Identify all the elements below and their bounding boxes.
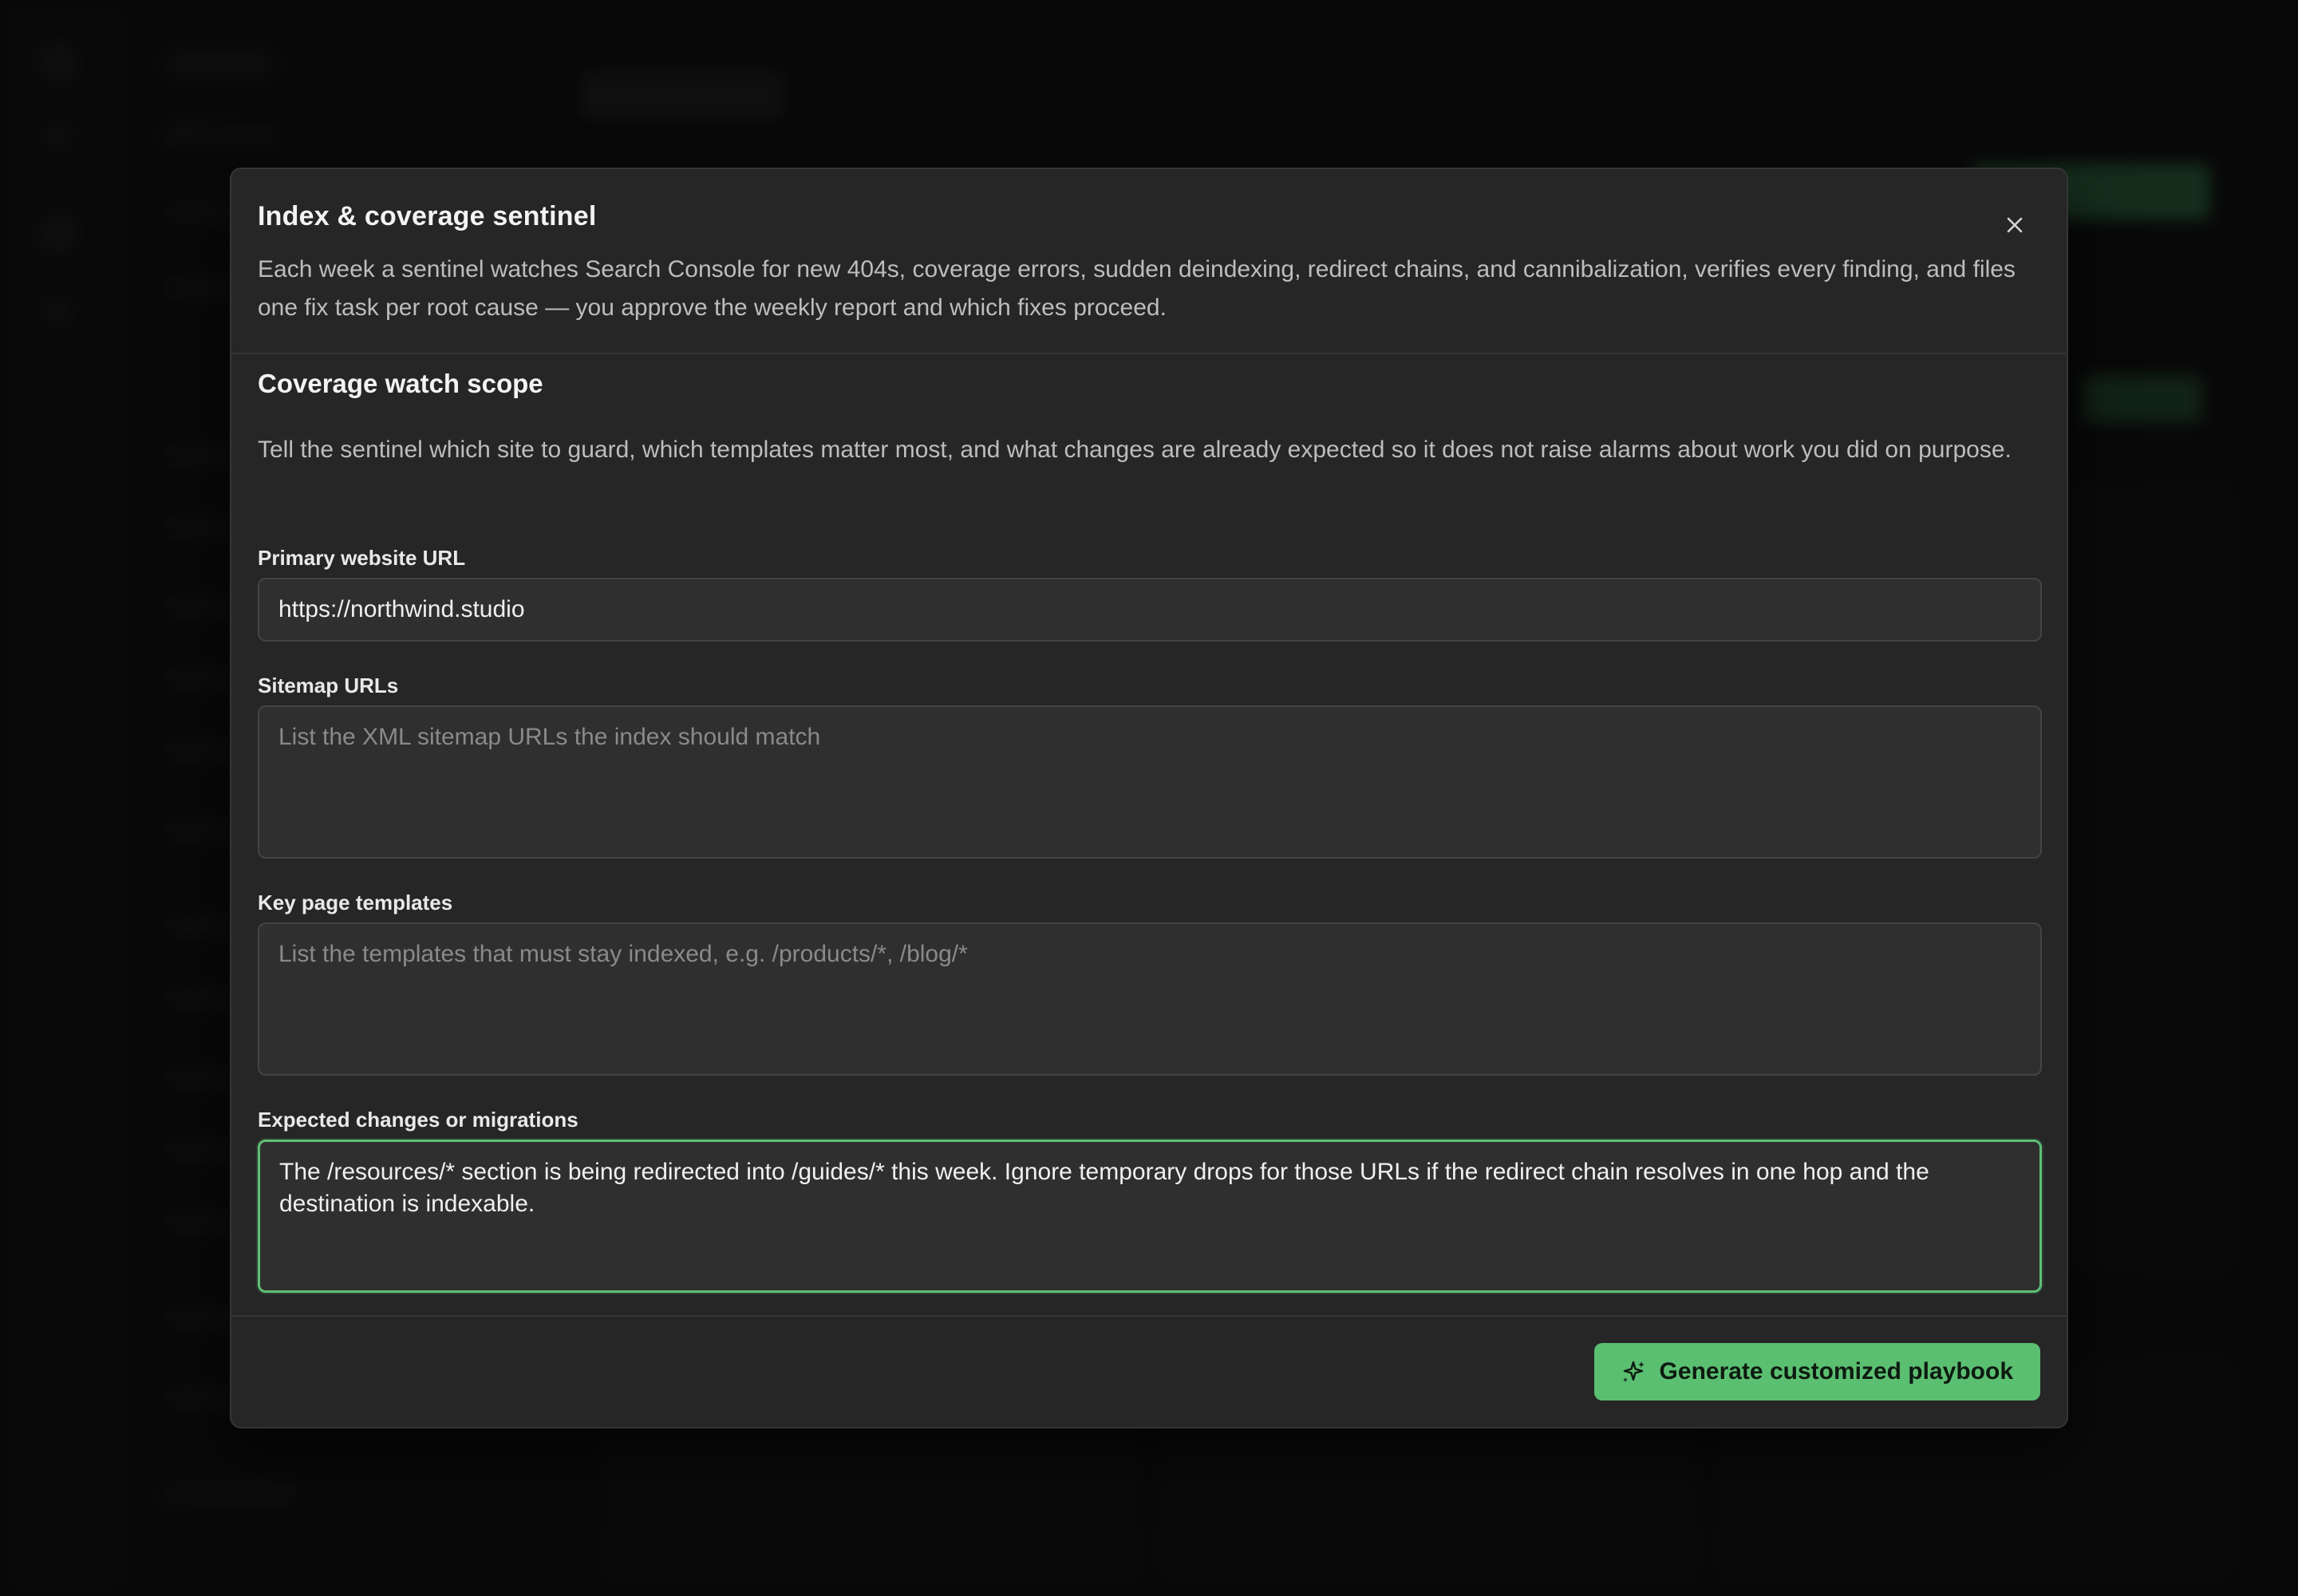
modal-title: Index & coverage sentinel [258,201,597,231]
generate-playbook-button[interactable]: Generate customized playbook [1593,1343,2040,1400]
close-button[interactable] [1995,205,2035,245]
section-title: Coverage watch scope [258,369,543,398]
sitemap-urls-textarea[interactable]: List the XML sitemap URLs the index shou… [258,705,2042,859]
expected-changes-label: Expected changes or migrations [258,1108,578,1132]
expected-changes-textarea[interactable]: The /resources/* section is being redire… [258,1140,2042,1293]
modal-header: Index & coverage sentinel Each week a se… [231,169,2067,354]
sitemap-urls-placeholder: List the XML sitemap URLs the index shou… [278,724,821,750]
key-templates-placeholder: List the templates that must stay indexe… [278,941,968,967]
modal-footer: Generate customized playbook [231,1315,2067,1427]
primary-url-label: Primary website URL [258,546,466,570]
close-icon [2007,217,2023,233]
primary-url-input[interactable]: https://northwind.studio [258,578,2042,642]
modal-description: Each week a sentinel watches Search Cons… [258,256,2016,321]
key-templates-textarea[interactable]: List the templates that must stay indexe… [258,922,2042,1076]
section-description: Tell the sentinel which site to guard, w… [258,437,2012,463]
key-templates-label: Key page templates [258,891,453,915]
sitemap-urls-label: Sitemap URLs [258,674,399,697]
expected-changes-value: The /resources/* section is being redire… [279,1159,1929,1217]
playbook-modal: Index & coverage sentinel Each week a se… [230,168,2068,1428]
sparkle-icon [1622,1361,1645,1382]
primary-url-value: https://northwind.studio [278,596,525,622]
generate-playbook-label: Generate customized playbook [1659,1358,2013,1385]
